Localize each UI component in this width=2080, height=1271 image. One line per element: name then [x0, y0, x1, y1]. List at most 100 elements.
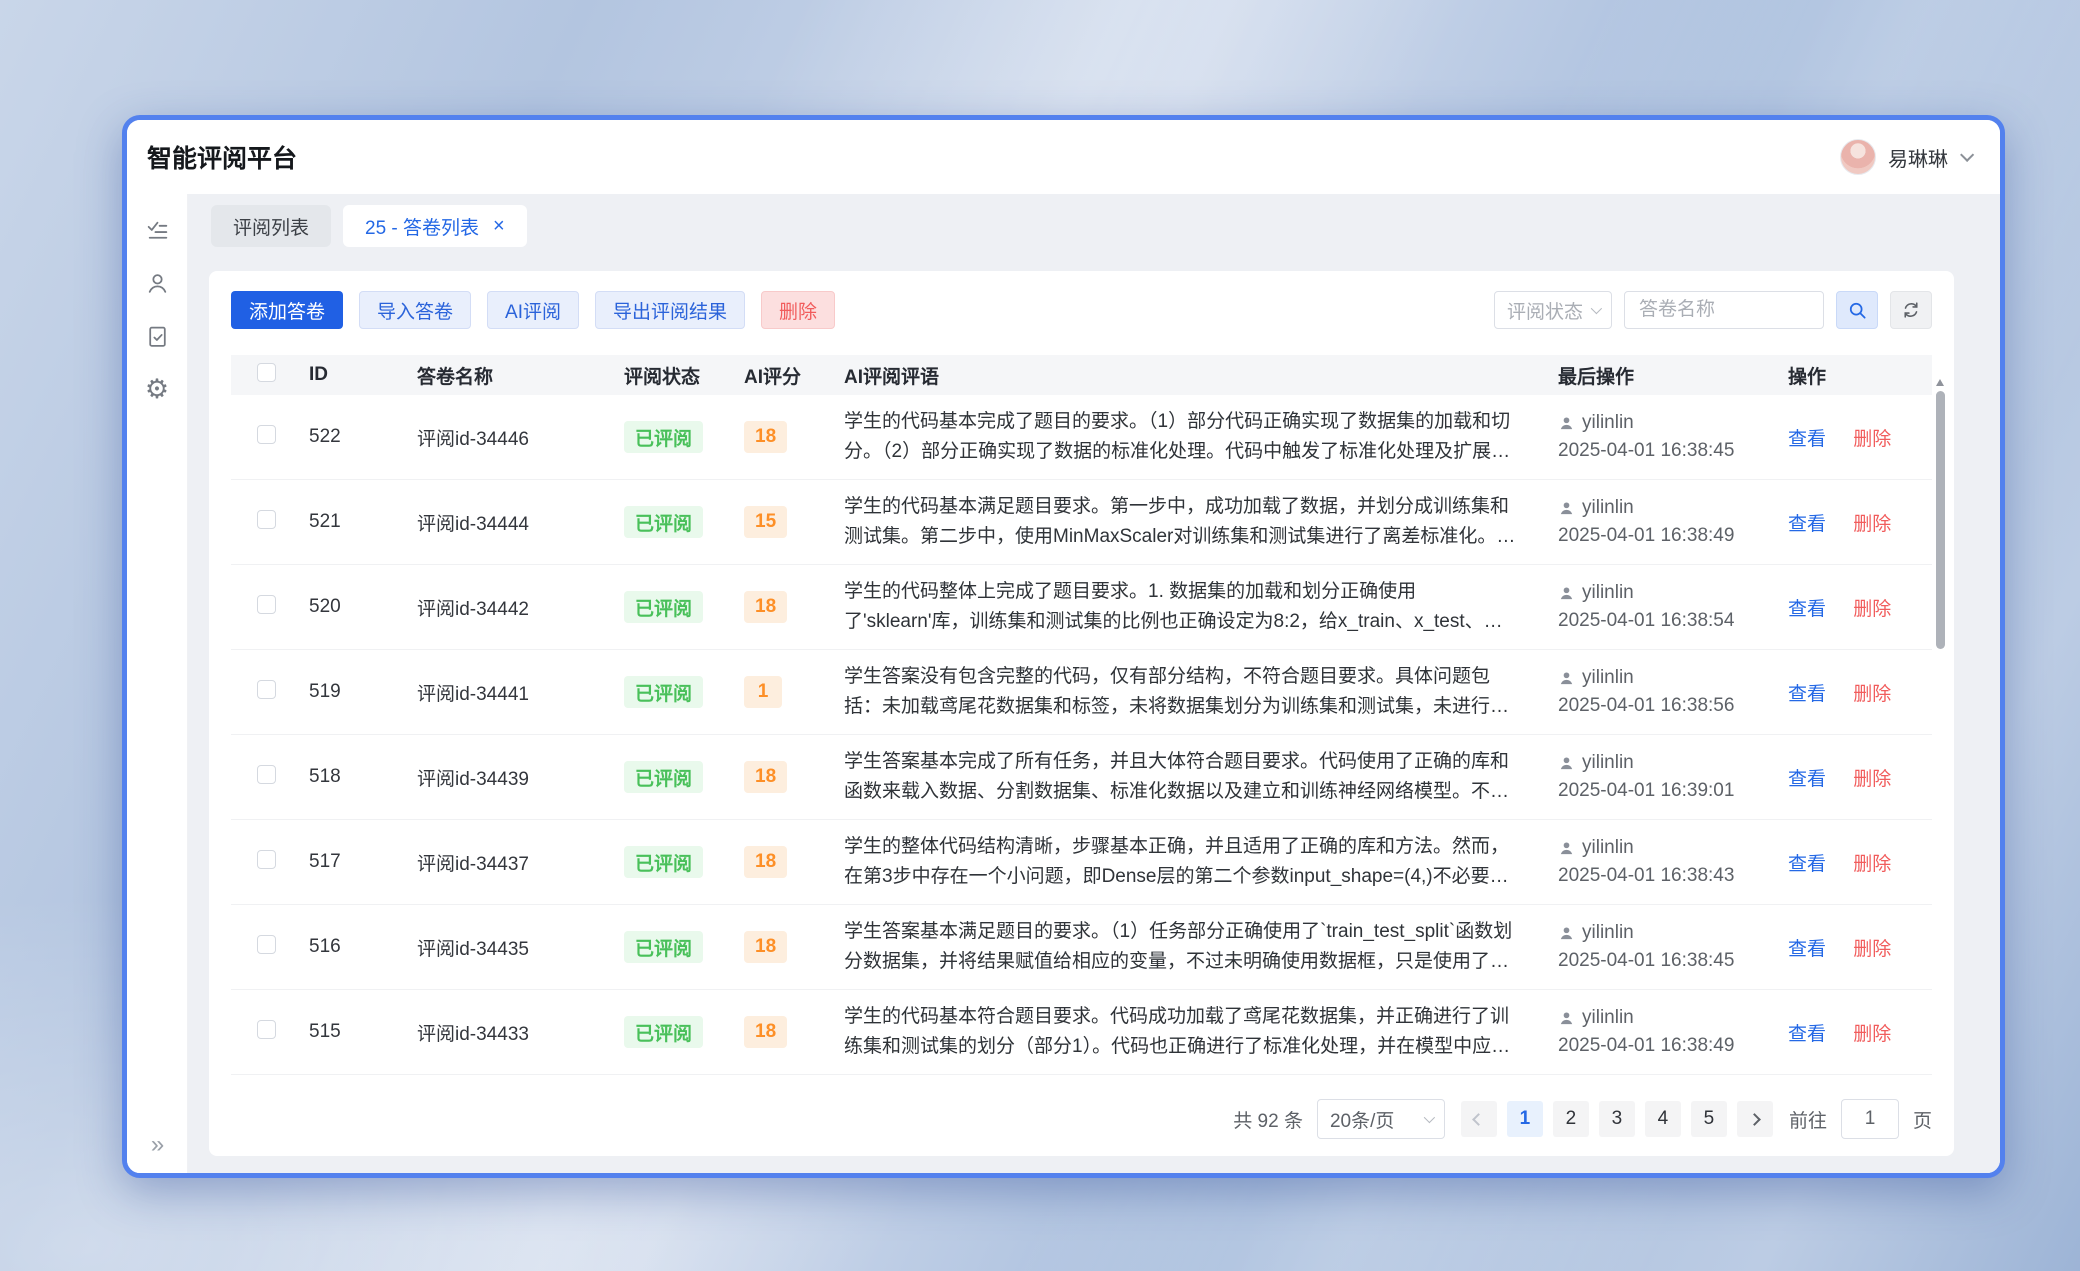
search-button[interactable]	[1836, 291, 1878, 329]
answers-table: ID 答卷名称 评阅状态 AI评分 AI评阅评语 最后操作 操作 522 评阅i…	[231, 355, 1932, 1075]
sidebar-item-review-list[interactable]	[135, 204, 179, 257]
page-button-2[interactable]: 2	[1553, 1101, 1589, 1137]
row-timestamp: 2025-04-01 16:39:01	[1558, 777, 1776, 805]
answer-name-input[interactable]	[1624, 291, 1824, 329]
table-scrollbar[interactable]	[1936, 387, 1945, 1065]
scroll-up-arrow-icon[interactable]	[1936, 379, 1944, 386]
close-icon[interactable]: ×	[493, 216, 505, 236]
person-icon	[1558, 925, 1575, 942]
toolbar: 添加答卷 导入答卷 AI评阅 导出评阅结果 删除 评阅状态	[231, 291, 1932, 329]
row-timestamp: 2025-04-01 16:38:45	[1558, 947, 1776, 975]
delete-link[interactable]: 删除	[1853, 1024, 1891, 1045]
row-checkbox[interactable]	[257, 850, 276, 869]
status-badge: 已评阅	[624, 761, 703, 793]
page-size-select[interactable]: 20条/页	[1317, 1099, 1445, 1139]
person-icon	[1558, 1010, 1575, 1027]
sidebar-item-documents[interactable]	[135, 310, 179, 363]
row-timestamp: 2025-04-01 16:38:45	[1558, 437, 1776, 465]
table-header-row: ID 答卷名称 评阅状态 AI评分 AI评阅评语 最后操作 操作	[231, 355, 1932, 395]
row-checkbox[interactable]	[257, 595, 276, 614]
row-checkbox[interactable]	[257, 935, 276, 954]
view-link[interactable]: 查看	[1788, 939, 1826, 960]
row-checkbox[interactable]	[257, 510, 276, 529]
delete-button[interactable]: 删除	[761, 291, 835, 329]
row-comment: 学生的代码基本完成了题目的要求。（1）部分代码正确实现了数据集的加载和切分。（2…	[844, 407, 1526, 467]
chevron-down-icon	[1960, 148, 1974, 162]
chevron-down-icon	[1424, 1112, 1435, 1123]
view-link[interactable]: 查看	[1788, 514, 1826, 535]
app-header: 智能评阅平台 易琳琳	[127, 120, 2000, 194]
person-icon	[1558, 415, 1575, 432]
row-comment: 学生答案基本满足题目的要求。（1）任务部分正确使用了`train_test_sp…	[844, 917, 1526, 977]
row-last-op: yilinlin 2025-04-01 16:38:49	[1534, 1004, 1784, 1060]
sidebar-item-users[interactable]	[135, 257, 179, 310]
person-icon	[1558, 500, 1575, 517]
chevron-left-icon	[1473, 1113, 1486, 1126]
header-status: 评阅状态	[624, 362, 744, 389]
status-badge: 已评阅	[624, 506, 703, 538]
page-button-5[interactable]: 5	[1691, 1101, 1727, 1137]
tab-answer-sheet-list[interactable]: 25 - 答卷列表 ×	[343, 205, 527, 247]
goto-unit-label: 页	[1913, 1106, 1932, 1133]
row-timestamp: 2025-04-01 16:38:56	[1558, 692, 1776, 720]
delete-link[interactable]: 删除	[1853, 514, 1891, 535]
chevron-right-icon	[1749, 1113, 1762, 1126]
sidebar-item-settings[interactable]: ⚙	[135, 363, 179, 416]
row-checkbox[interactable]	[257, 1020, 276, 1039]
delete-link[interactable]: 删除	[1853, 684, 1891, 705]
avatar[interactable]	[1840, 139, 1876, 175]
view-link[interactable]: 查看	[1788, 684, 1826, 705]
select-all-checkbox[interactable]	[257, 363, 276, 382]
next-page-button[interactable]	[1737, 1101, 1773, 1137]
goto-page-input[interactable]	[1841, 1099, 1899, 1139]
status-badge: 已评阅	[624, 591, 703, 623]
row-last-op: yilinlin 2025-04-01 16:38:54	[1534, 579, 1784, 635]
prev-page-button[interactable]	[1461, 1101, 1497, 1137]
row-name: 评阅id-34439	[417, 764, 624, 791]
delete-link[interactable]: 删除	[1853, 769, 1891, 790]
row-last-op: yilinlin 2025-04-01 16:38:49	[1534, 494, 1784, 550]
export-results-button[interactable]: 导出评阅结果	[595, 291, 745, 329]
chevron-down-icon	[1591, 303, 1602, 314]
page-button-3[interactable]: 3	[1599, 1101, 1635, 1137]
row-id: 518	[309, 766, 417, 788]
row-id: 520	[309, 596, 417, 618]
page-button-1[interactable]: 1	[1507, 1101, 1543, 1137]
header-score: AI评分	[744, 362, 844, 389]
row-checkbox[interactable]	[257, 680, 276, 699]
ai-review-button[interactable]: AI评阅	[487, 291, 579, 329]
row-name: 评阅id-34437	[417, 849, 624, 876]
refresh-button[interactable]	[1890, 291, 1932, 329]
delete-link[interactable]: 删除	[1853, 854, 1891, 875]
search-icon	[1847, 300, 1868, 321]
main-area: 评阅列表 25 - 答卷列表 × 添加答卷 导入答卷 AI评阅 导	[188, 194, 2000, 1173]
delete-link[interactable]: 删除	[1853, 429, 1891, 450]
delete-link[interactable]: 删除	[1853, 939, 1891, 960]
row-checkbox[interactable]	[257, 765, 276, 784]
row-checkbox[interactable]	[257, 425, 276, 444]
row-last-op: yilinlin 2025-04-01 16:38:43	[1534, 834, 1784, 890]
import-answer-button[interactable]: 导入答卷	[359, 291, 471, 329]
view-link[interactable]: 查看	[1788, 769, 1826, 790]
status-badge: 已评阅	[624, 421, 703, 453]
table-row: 515 评阅id-34433 已评阅 18 学生的代码基本符合题目要求。代码成功…	[231, 990, 1932, 1075]
user-name: 易琳琳	[1888, 143, 1948, 172]
delete-link[interactable]: 删除	[1853, 599, 1891, 620]
scrollbar-thumb[interactable]	[1936, 391, 1945, 649]
status-badge: 已评阅	[624, 1016, 703, 1048]
header-name: 答卷名称	[417, 362, 624, 389]
desktop-wallpaper: 智能评阅平台 易琳琳 ⚙	[0, 0, 2080, 1271]
add-answer-button[interactable]: 添加答卷	[231, 291, 343, 329]
view-link[interactable]: 查看	[1788, 1024, 1826, 1045]
sidebar-collapse-button[interactable]: »	[127, 1131, 188, 1159]
score-badge: 18	[744, 1016, 787, 1048]
view-link[interactable]: 查看	[1788, 854, 1826, 875]
user-menu[interactable]: 易琳琳	[1840, 139, 1970, 175]
row-id: 522	[309, 426, 417, 448]
page-button-4[interactable]: 4	[1645, 1101, 1681, 1137]
row-comment: 学生的整体代码结构清晰，步骤基本正确，并且适用了正确的库和方法。然而，在第3步中…	[844, 832, 1526, 892]
status-filter-select[interactable]: 评阅状态	[1494, 291, 1612, 329]
view-link[interactable]: 查看	[1788, 599, 1826, 620]
tab-review-list[interactable]: 评阅列表	[211, 205, 331, 247]
view-link[interactable]: 查看	[1788, 429, 1826, 450]
